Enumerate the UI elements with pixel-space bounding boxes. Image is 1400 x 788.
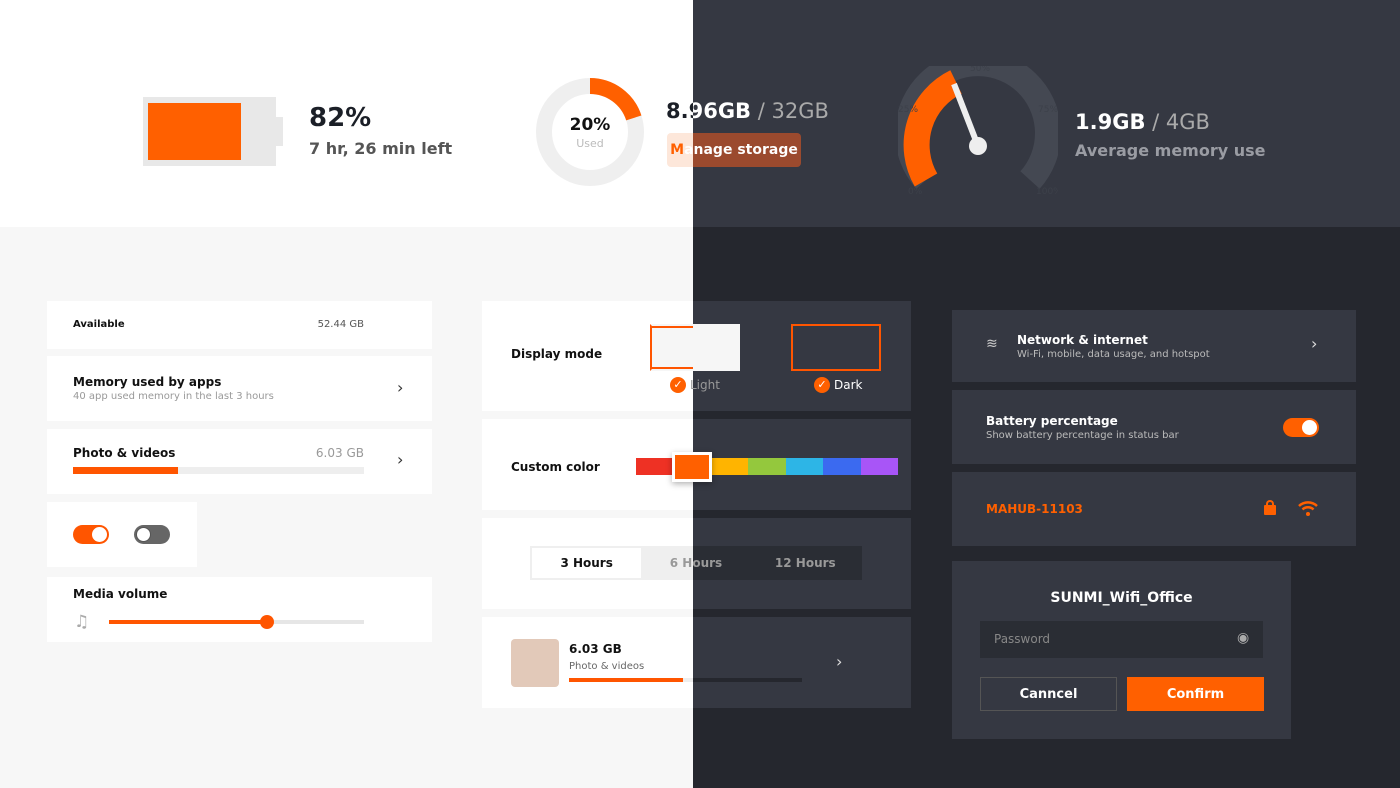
battery-time-left: 7 hr, 26 min left	[309, 139, 453, 158]
confirm-button[interactable]: Confirm	[1127, 677, 1264, 711]
photo-thumbnail	[511, 639, 559, 687]
palette-swatch[interactable]	[748, 458, 786, 475]
gauge-tick-50: 50%	[970, 66, 990, 74]
check-icon: ✓	[670, 377, 686, 393]
display-mode-label: Display mode	[511, 347, 603, 361]
photo-size: 6.03 GB	[569, 642, 622, 656]
password-placeholder: Password	[994, 632, 1051, 646]
battery-pct-title: Battery percentage	[986, 414, 1118, 428]
password-input[interactable]: Password ◉	[980, 621, 1263, 658]
available-row: Available 52.44 GB	[47, 301, 432, 349]
gauge-tick-75: 75%	[1038, 105, 1058, 115]
photo-storage-fill	[569, 678, 684, 682]
wifi-network-row[interactable]: MAHUB-11103	[952, 472, 1356, 546]
gauge-tick-0: 0%	[908, 187, 923, 196]
check-icon: ✓	[814, 377, 830, 393]
cancel-button[interactable]: Canncel	[980, 677, 1117, 711]
battery-pct-subtitle: Show battery percentage in status bar	[986, 430, 1179, 441]
dark-mode-thumb[interactable]	[791, 324, 881, 371]
toggle-on[interactable]	[73, 525, 109, 544]
photo-storage-card[interactable]: 6.03 GB Photo & videos ›	[482, 617, 911, 708]
gauge-hub	[969, 137, 987, 155]
time-range-segmented: 3 Hours 6 Hours 12 Hours	[530, 546, 862, 580]
photo-value: 6.03 GB	[315, 446, 364, 460]
memory-used-by-apps-row[interactable]: Memory used by apps 40 app used memory i…	[47, 356, 432, 421]
chevron-right-icon: ›	[836, 652, 843, 671]
photo-progress-fill	[73, 467, 178, 474]
battery-percentage-row: Battery percentage Show battery percenta…	[952, 390, 1356, 464]
available-value: 52.44 GB	[317, 319, 364, 330]
volume-knob[interactable]	[260, 615, 275, 629]
gauge-fill	[903, 70, 963, 187]
photo-videos-row[interactable]: Photo & videos 6.03 GB ›	[47, 429, 432, 494]
memory-gauge: 0% 25% 50% 75% 100%	[898, 66, 1058, 196]
toggle-off[interactable]	[134, 525, 170, 544]
wifi-password-dialog: SUNMI_Wifi_Office Password ◉ Canncel Con…	[952, 561, 1291, 739]
chevron-right-icon: ›	[397, 450, 404, 469]
dark-label: Dark	[834, 378, 863, 392]
volume-slider[interactable]	[109, 615, 364, 629]
custom-color-label: Custom color	[511, 460, 600, 474]
toggles-card	[47, 502, 197, 567]
gauge-tick-25: 25%	[898, 105, 918, 115]
volume-title: Media volume	[73, 587, 168, 601]
photo-label: Photo & videos	[569, 661, 645, 672]
dialog-title: SUNMI_Wifi_Office	[1050, 590, 1193, 606]
manage-storage-label: Manage storage	[670, 142, 798, 158]
volume-fill	[109, 615, 275, 629]
chevron-right-icon: ›	[1311, 334, 1318, 353]
light-mode-thumb-right	[693, 324, 740, 371]
chevron-right-icon: ›	[397, 378, 404, 397]
memory-used: 1.9GB	[1075, 110, 1146, 134]
battery-icon	[143, 97, 276, 166]
segment-6-hours[interactable]: 6 Hours	[641, 548, 750, 578]
lock-shackle	[1266, 500, 1274, 507]
battery-tip	[276, 117, 283, 146]
selected-color-swatch[interactable]	[672, 452, 712, 482]
apps-title: Memory used by apps	[73, 375, 222, 389]
memory-label: Average memory use	[1075, 141, 1266, 160]
segment-3-hours[interactable]: 3 Hours	[532, 548, 642, 578]
manage-storage-button[interactable]: Manage storage	[667, 133, 801, 167]
storage-percent: 20%	[569, 115, 611, 135]
wifi-icon: ≋	[986, 336, 998, 352]
photo-storage-bar	[569, 678, 802, 682]
wifi-signal-icon	[1298, 501, 1318, 516]
display-mode-card: Display mode ✓ Light ✓ Dark	[482, 301, 911, 411]
battery-percentage-toggle[interactable]	[1283, 418, 1319, 437]
storage-used: 8.96GB	[666, 99, 752, 123]
memory-total: / 4GB	[1152, 110, 1210, 134]
wifi-network-name: MAHUB-11103	[986, 502, 1083, 516]
storage-total: / 32GB	[757, 99, 829, 123]
network-title: Network & internet	[1017, 333, 1148, 347]
gauge-needle	[951, 82, 981, 148]
apps-subtitle: 40 app used memory in the last 3 hours	[73, 391, 274, 402]
eye-icon[interactable]: ◉	[1237, 630, 1249, 646]
music-note-icon: ♫	[74, 612, 90, 632]
network-internet-row[interactable]: ≋ Network & internet Wi-Fi, mobile, data…	[952, 310, 1356, 382]
network-subtitle: Wi-Fi, mobile, data usage, and hotspot	[1017, 349, 1210, 360]
media-volume-card: Media volume ♫	[47, 577, 432, 642]
available-label: Available	[73, 319, 125, 330]
custom-color-card: Custom color	[482, 419, 911, 510]
palette-swatch[interactable]	[710, 458, 749, 475]
memory-amount: 1.9GB / 4GB	[1075, 110, 1210, 134]
palette-swatch[interactable]	[860, 458, 898, 475]
segment-12-hours[interactable]: 12 Hours	[751, 548, 860, 578]
palette-swatch[interactable]	[823, 458, 861, 475]
palette-swatch[interactable]	[636, 458, 674, 475]
storage-used-label: Used	[576, 137, 604, 150]
battery-percent: 82%	[309, 103, 372, 133]
palette-swatch[interactable]	[785, 458, 824, 475]
storage-amount: 8.96GB / 32GB	[666, 99, 829, 123]
light-label: Light	[690, 378, 720, 392]
time-range-card: 3 Hours 6 Hours 12 Hours	[482, 518, 911, 609]
photo-progress	[73, 467, 364, 474]
gauge-tick-100: 100%	[1036, 187, 1058, 196]
photo-title: Photo & videos	[73, 446, 176, 460]
